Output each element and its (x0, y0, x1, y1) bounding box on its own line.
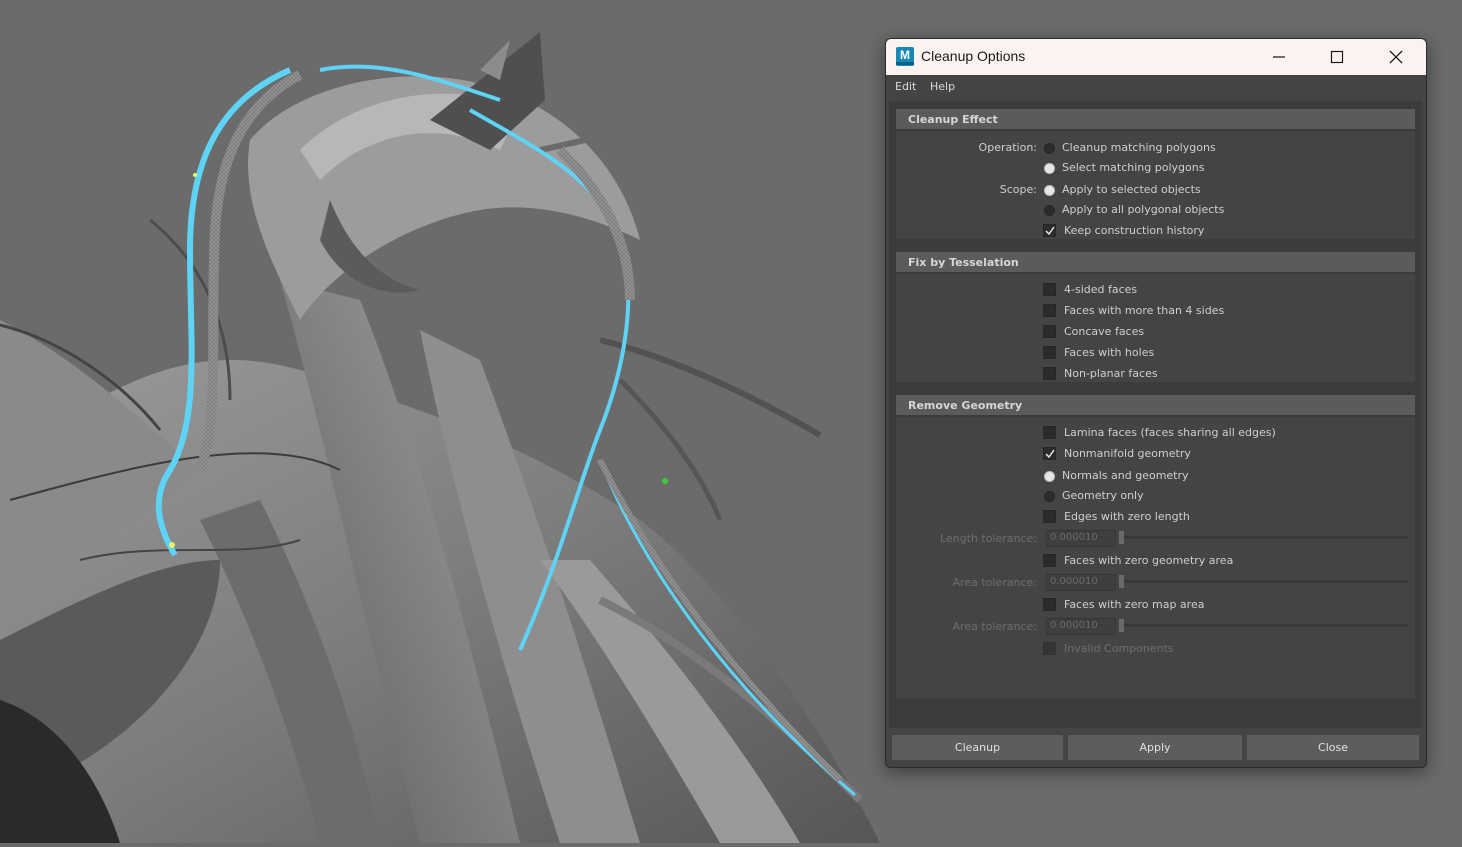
tesselation-body (896, 274, 1415, 382)
checkbox-invalid-components-label: Invalid Components (1064, 642, 1174, 655)
checkbox-concave-faces[interactable] (1043, 325, 1056, 338)
section-title: Remove Geometry (908, 399, 1023, 412)
checkbox-more-than-4-sides-label: Faces with more than 4 sides (1064, 304, 1225, 317)
checkbox-nonmanifold[interactable] (1043, 447, 1056, 460)
radio-geometry-only-label: Geometry only (1062, 489, 1144, 502)
radio-apply-all-label: Apply to all polygonal objects (1062, 203, 1225, 216)
radio-normals-and-geometry-label: Normals and geometry (1062, 469, 1189, 482)
radio-apply-selected-label: Apply to selected objects (1062, 183, 1201, 196)
radio-apply-all[interactable] (1044, 205, 1055, 216)
checkbox-faces-zero-geometry-area[interactable] (1043, 554, 1056, 567)
checkbox-edges-zero-length-label: Edges with zero length (1064, 510, 1190, 523)
radio-apply-selected[interactable] (1044, 185, 1055, 196)
dialog-title: Cleanup Options (921, 48, 1026, 64)
cleanup-options-dialog: M Cleanup Options Edit Help Cleanup Effe… (885, 38, 1427, 768)
area-tolerance-label: Area tolerance: (952, 576, 1037, 589)
checkbox-more-than-4-sides[interactable] (1043, 304, 1056, 317)
checkbox-lamina-faces-label: Lamina faces (faces sharing all edges) (1064, 426, 1276, 439)
checkbox-4-sided-faces-label: 4-sided faces (1064, 283, 1138, 296)
checkbox-nonmanifold-label: Nonmanifold geometry (1064, 447, 1191, 460)
length-tolerance-label: Length tolerance: (939, 532, 1037, 545)
menu-bar: Edit Help (886, 75, 1426, 99)
minimize-icon (1273, 56, 1285, 58)
section-remove-geometry[interactable]: Remove Geometry (896, 395, 1415, 415)
title-bar[interactable]: M Cleanup Options (886, 39, 1426, 75)
close-window-button[interactable] (1367, 39, 1425, 75)
operation-label: Operation: (978, 141, 1037, 154)
menu-help[interactable]: Help (930, 80, 955, 93)
map-area-tolerance-value: 0.000010 (1050, 620, 1098, 631)
checkmark-icon (1045, 449, 1055, 459)
checkmark-icon (1045, 226, 1055, 236)
scope-label: Scope: (999, 183, 1037, 196)
checkbox-non-planar-faces-label: Non-planar faces (1064, 367, 1158, 380)
length-tolerance-field[interactable]: 0.000010 (1046, 530, 1116, 547)
map-area-tolerance-slider[interactable] (1120, 624, 1408, 627)
apply-button[interactable]: Apply (1068, 735, 1242, 760)
checkbox-faces-with-holes-label: Faces with holes (1064, 346, 1155, 359)
checkbox-lamina-faces[interactable] (1043, 426, 1056, 439)
checkbox-keep-history-label: Keep construction history (1064, 224, 1205, 237)
area-tolerance-slider[interactable] (1120, 580, 1408, 583)
maximize-button[interactable] (1308, 39, 1366, 75)
area-tolerance-value: 0.000010 (1050, 576, 1098, 587)
radio-cleanup-matching[interactable] (1044, 143, 1055, 154)
close-icon (1389, 50, 1403, 64)
checkbox-4-sided-faces[interactable] (1043, 283, 1056, 296)
length-tolerance-slider-handle[interactable] (1119, 531, 1124, 544)
area-tolerance-slider-handle[interactable] (1119, 575, 1124, 588)
length-tolerance-value: 0.000010 (1050, 532, 1098, 543)
minimize-button[interactable] (1250, 39, 1308, 75)
radio-select-matching-label: Select matching polygons (1062, 161, 1205, 174)
cleanup-button[interactable]: Cleanup (892, 735, 1063, 760)
map-area-tolerance-slider-handle[interactable] (1119, 619, 1124, 632)
checkbox-edges-zero-length[interactable] (1043, 510, 1056, 523)
checkbox-non-planar-faces[interactable] (1043, 367, 1056, 380)
section-cleanup-effect[interactable]: Cleanup Effect (896, 109, 1415, 129)
radio-normals-and-geometry[interactable] (1044, 471, 1055, 482)
checkbox-faces-with-holes[interactable] (1043, 346, 1056, 359)
options-panel: Cleanup Effect Operation: Cleanup matchi… (889, 101, 1422, 728)
radio-cleanup-matching-label: Cleanup matching polygons (1062, 141, 1216, 154)
section-title: Fix by Tesselation (908, 256, 1019, 269)
radio-geometry-only[interactable] (1044, 491, 1055, 502)
map-area-tolerance-field[interactable]: 0.000010 (1046, 618, 1116, 635)
section-title: Cleanup Effect (908, 113, 998, 126)
checkbox-keep-history[interactable] (1043, 224, 1056, 237)
map-area-tolerance-label: Area tolerance: (952, 620, 1037, 633)
checkbox-invalid-components[interactable] (1043, 642, 1056, 655)
area-tolerance-field[interactable]: 0.000010 (1046, 574, 1116, 591)
menu-edit[interactable]: Edit (895, 80, 916, 93)
checkbox-concave-faces-label: Concave faces (1064, 325, 1145, 338)
radio-select-matching[interactable] (1044, 163, 1055, 174)
close-button[interactable]: Close (1247, 735, 1419, 760)
checkbox-faces-zero-geometry-area-label: Faces with zero geometry area (1064, 554, 1234, 567)
length-tolerance-slider[interactable] (1120, 536, 1408, 539)
checkbox-faces-zero-map-area-label: Faces with zero map area (1064, 598, 1205, 611)
maximize-icon (1330, 50, 1344, 64)
checkbox-faces-zero-map-area[interactable] (1043, 598, 1056, 611)
maya-app-icon: M (896, 47, 914, 66)
section-fix-by-tesselation[interactable]: Fix by Tesselation (896, 252, 1415, 272)
